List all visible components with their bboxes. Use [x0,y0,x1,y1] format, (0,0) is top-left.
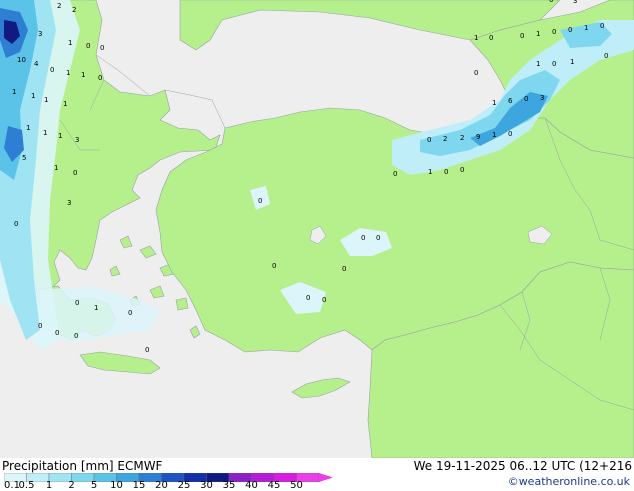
precip-value: 5 [22,154,26,162]
precip-value: 0 [258,197,262,205]
precip-value: 0 [306,294,310,302]
precip-value: 1 [43,129,47,137]
precip-value: 0 [444,168,448,176]
precip-value: 1 [584,24,588,32]
precipitation-map: 2 2 3 1 0 0 10 4 0 1 1 0 1 1 1 1 1 1 1 3 5 1 0 3 0 0 1 0 0 0 0 0 0 0 0 0 0 0 0… [0,0,634,459]
precip-value: 0 [549,0,553,4]
precip-value: 0 [568,26,572,34]
precip-value: 1 [536,60,540,68]
precip-value: 1 [68,39,72,47]
precip-value: 0 [145,346,149,354]
precip-value: 0 [600,22,604,30]
precip-value: 0 [98,74,102,82]
precip-value: 0 [520,32,524,40]
precip-value: 2 [443,135,447,143]
precip-value: 1 [570,58,574,66]
precip-value: 3 [573,0,577,5]
precip-value: 1 [63,100,67,108]
precip-value: 0 [552,28,556,36]
precip-value: 1 [81,71,85,79]
precip-value: 1 [492,99,496,107]
precip-value: 1 [492,131,496,139]
precip-value: 1 [474,34,478,42]
precip-value: 1 [428,168,432,176]
precip-value: 3 [67,199,71,207]
precip-value: 0 [460,166,464,174]
precip-value: 4 [34,60,39,68]
precip-value: 0 [427,136,431,144]
valid-time: We 19-11-2025 06..12 UTC (12+216 [413,459,632,473]
precip-value: 0 [100,44,104,52]
legend: Precipitation [mm] ECMWF We 19-11-2025 0… [0,458,634,491]
precip-value: 0 [524,95,528,103]
precip-value: 0 [393,170,397,178]
credit-link[interactable]: ©weatheronline.co.uk [508,475,630,489]
precip-value: 0 [552,60,556,68]
precip-value: 0 [489,34,493,42]
precip-value: 1 [44,96,48,104]
precip-value: 1 [31,92,35,100]
precip-value: 0 [322,296,326,304]
precip-value: 1 [58,132,62,140]
precip-value: 0 [604,52,608,60]
precip-value: 0 [474,69,478,77]
precip-value: 1 [26,124,30,132]
precip-value: 0 [73,169,77,177]
precip-value: 2 [57,2,61,10]
precip-value: 0 [50,66,54,74]
precip-value: 6 [508,97,513,105]
precip-value: 9 [476,133,480,141]
map-canvas: 2 231 0 010 40 1 1 01 1 1 111 1 35103001000 00000 000 0… [0,0,634,459]
precip-value: 0 [508,130,512,138]
precip-value: 0 [128,309,132,317]
precip-value: 1 [12,88,16,96]
precip-value: 3 [75,136,79,144]
precip-value: 0 [361,234,365,242]
precip-value: 1 [66,69,70,77]
precip-value: 3 [38,30,42,38]
scale-overflow-arrow [319,473,333,482]
precip-value: 3 [540,94,544,102]
precip-value: 1 [54,164,58,172]
color-scale-bar [4,473,333,482]
precip-value: 10 [17,56,26,64]
precip-value: 1 [536,30,540,38]
precip-value: 0 [55,329,59,337]
precip-value: 0 [86,42,90,50]
precip-value: 0 [74,332,78,340]
precip-value: 0 [75,299,79,307]
precip-value: 0 [14,220,18,228]
precip-value: 2 [460,134,464,142]
precip-value: 0 [342,265,346,273]
precip-value: 1 [94,304,98,312]
precip-value: 0 [376,234,380,242]
precip-value: 0 [38,322,42,330]
precip-value: 0 [272,262,276,270]
precip-value: 2 [72,6,76,14]
legend-title: Precipitation [mm] ECMWF [2,459,163,473]
